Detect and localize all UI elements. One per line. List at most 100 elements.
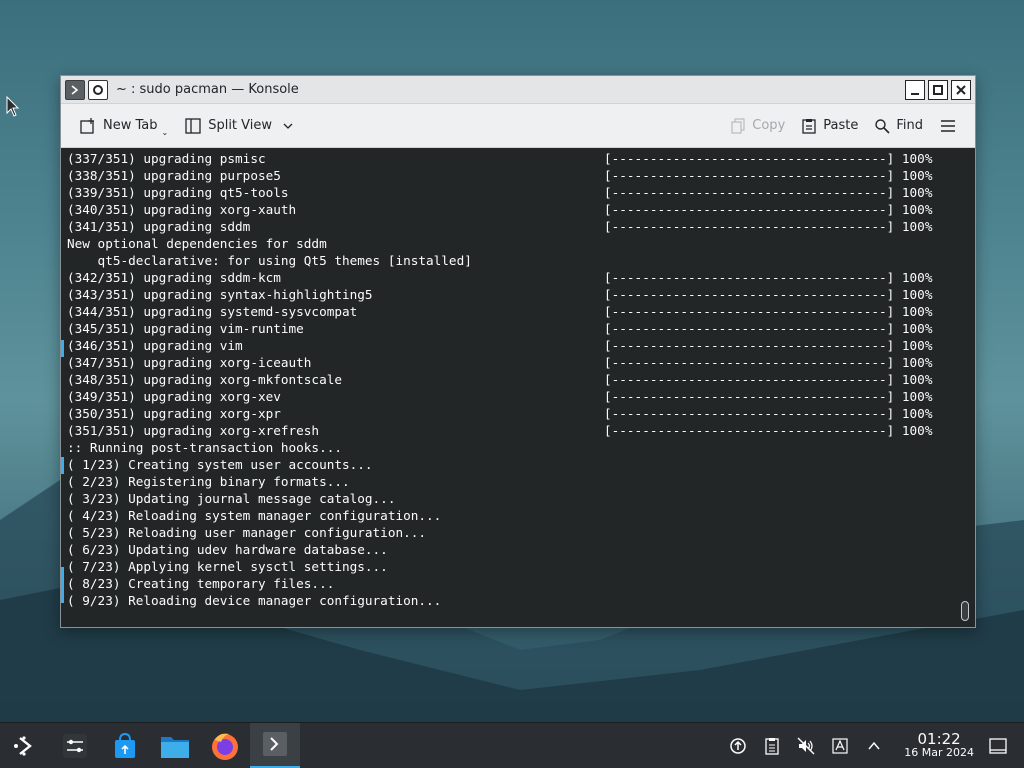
terminal-line: (348/351) upgrading xorg-mkfontscale [---… bbox=[67, 371, 975, 388]
chevron-down-icon bbox=[283, 123, 293, 129]
terminal-line: ( 2/23) Registering binary formats... bbox=[67, 473, 975, 490]
split-view-button[interactable]: Split View bbox=[176, 111, 302, 141]
terminal-line: ( 9/23) Reloading device manager configu… bbox=[67, 592, 975, 609]
terminal-line-text: (342/351) upgrading sddm-kcm bbox=[67, 270, 281, 285]
show-desktop-icon[interactable] bbox=[988, 736, 1008, 756]
split-view-icon bbox=[185, 117, 201, 134]
discover-task[interactable] bbox=[100, 723, 150, 768]
terminal-line: (338/351) upgrading purpose5 [-----------… bbox=[67, 167, 975, 184]
terminal-line: (343/351) upgrading syntax-highlighting5… bbox=[67, 286, 975, 303]
progress-bar-text: [------------------------------------] 1… bbox=[604, 304, 933, 319]
terminal-line-text: (340/351) upgrading xorg-xauth bbox=[67, 202, 297, 217]
terminal-line: (345/351) upgrading vim-runtime [--------… bbox=[67, 320, 975, 337]
maximize-icon bbox=[933, 84, 943, 95]
new-tab-button[interactable]: New Tab ⌄ bbox=[71, 111, 176, 141]
settings-sliders-icon bbox=[63, 733, 87, 758]
terminal-line-text: (341/351) upgrading sddm bbox=[67, 219, 251, 234]
selection-marker bbox=[61, 457, 64, 474]
terminal-line-text: (338/351) upgrading purpose5 bbox=[67, 168, 281, 183]
input-method-icon[interactable] bbox=[830, 736, 850, 756]
taskbar: 01:22 16 Mar 2024 bbox=[0, 722, 1024, 768]
terminal-line: (346/351) upgrading vim [----------------… bbox=[67, 337, 975, 354]
terminal-line: ( 7/23) Applying kernel sysctl settings.… bbox=[67, 558, 975, 575]
dolphin-task[interactable] bbox=[150, 723, 200, 768]
copy-button[interactable]: Copy bbox=[722, 111, 793, 141]
terminal-line: :: Running post-transaction hooks... bbox=[67, 439, 975, 456]
terminal-line: (351/351) upgrading xorg-xrefresh [------… bbox=[67, 422, 975, 439]
app-launcher-button[interactable] bbox=[0, 723, 50, 768]
progress-bar-text: [------------------------------------] 1… bbox=[604, 168, 933, 183]
paste-icon bbox=[802, 118, 816, 134]
terminal-line: ( 4/23) Reloading system manager configu… bbox=[67, 507, 975, 524]
new-tab-dropdown-icon: ⌄ bbox=[161, 128, 169, 137]
system-tray bbox=[728, 736, 884, 756]
progress-bar-text: [------------------------------------] 1… bbox=[604, 151, 933, 166]
chevron-up-icon[interactable] bbox=[864, 736, 884, 756]
copy-label: Copy bbox=[752, 118, 786, 133]
clipboard-icon[interactable] bbox=[762, 736, 782, 756]
terminal-line-text: ( 3/23) Updating journal message catalog… bbox=[67, 491, 396, 506]
folder-icon bbox=[161, 736, 189, 758]
terminal-line: (341/351) upgrading sddm [---------------… bbox=[67, 218, 975, 235]
hamburger-menu-button[interactable] bbox=[931, 111, 965, 141]
new-tab-label: New Tab bbox=[103, 118, 158, 133]
find-button[interactable]: Find bbox=[866, 111, 931, 141]
window-titlebar[interactable]: ~ : sudo pacman — Konsole bbox=[61, 76, 975, 104]
terminal-line: (347/351) upgrading xorg-iceauth [-------… bbox=[67, 354, 975, 371]
update-notifier-icon[interactable] bbox=[728, 736, 748, 756]
terminal-line: ( 1/23) Creating system user accounts... bbox=[67, 456, 975, 473]
minimize-button[interactable] bbox=[905, 79, 925, 100]
search-icon bbox=[875, 118, 890, 134]
hamburger-menu-icon bbox=[941, 119, 955, 132]
konsole-app-icon[interactable] bbox=[65, 79, 85, 100]
terminal-line-text: ( 9/23) Reloading device manager configu… bbox=[67, 593, 442, 608]
terminal-line-text: (347/351) upgrading xorg-iceauth bbox=[67, 355, 312, 370]
split-view-label: Split View bbox=[208, 118, 273, 133]
firefox-task[interactable] bbox=[200, 723, 250, 768]
progress-bar-text: [------------------------------------] 1… bbox=[604, 202, 933, 217]
selection-marker bbox=[61, 340, 64, 357]
terminal-scrollbar[interactable] bbox=[961, 601, 969, 621]
progress-bar-text: [------------------------------------] 1… bbox=[604, 287, 933, 302]
progress-bar-text: [------------------------------------] 1… bbox=[604, 185, 933, 200]
terminal-line-text: (348/351) upgrading xorg-mkfontscale bbox=[67, 372, 342, 387]
terminal-line: qt5-declarative: for using Qt5 themes [i… bbox=[67, 252, 975, 269]
progress-bar-text: [------------------------------------] 1… bbox=[604, 270, 933, 285]
paste-label: Paste bbox=[823, 118, 859, 133]
terminal-line-text: (339/351) upgrading qt5-tools bbox=[67, 185, 289, 200]
keep-above-icon[interactable] bbox=[88, 79, 108, 100]
terminal-line-text: ( 2/23) Registering binary formats... bbox=[67, 474, 350, 489]
volume-muted-icon[interactable] bbox=[796, 736, 816, 756]
terminal-line-text: ( 1/23) Creating system user accounts... bbox=[67, 457, 373, 472]
terminal-line: ( 8/23) Creating temporary files... bbox=[67, 575, 975, 592]
progress-bar-text: [------------------------------------] 1… bbox=[604, 406, 933, 421]
progress-bar-text: [------------------------------------] 1… bbox=[604, 355, 933, 370]
terminal-line-text: ( 5/23) Reloading user manager configura… bbox=[67, 525, 427, 540]
progress-bar-text: [------------------------------------] 1… bbox=[604, 321, 933, 336]
close-button[interactable] bbox=[951, 79, 971, 100]
paste-button[interactable]: Paste bbox=[793, 111, 866, 141]
minimize-icon bbox=[911, 92, 919, 95]
terminal-output[interactable]: (337/351) upgrading psmisc [-------------… bbox=[61, 148, 975, 627]
system-settings-task[interactable] bbox=[50, 723, 100, 768]
terminal-line: New optional dependencies for sddm bbox=[67, 235, 975, 252]
progress-bar-text: [------------------------------------] 1… bbox=[604, 338, 933, 353]
terminal-line-text: (350/351) upgrading xorg-xpr bbox=[67, 406, 281, 421]
terminal-line: (350/351) upgrading xorg-xpr [-----------… bbox=[67, 405, 975, 422]
terminal-line-text: (351/351) upgrading xorg-xrefresh bbox=[67, 423, 320, 438]
copy-icon bbox=[731, 117, 745, 134]
progress-bar-text: [------------------------------------] 1… bbox=[604, 372, 933, 387]
maximize-button[interactable] bbox=[928, 79, 948, 100]
terminal-line: ( 6/23) Updating udev hardware database.… bbox=[67, 541, 975, 558]
terminal-line: (337/351) upgrading psmisc [-------------… bbox=[67, 150, 975, 167]
terminal-line-text: ( 4/23) Reloading system manager configu… bbox=[67, 508, 442, 523]
digital-clock[interactable]: 01:22 16 Mar 2024 bbox=[904, 731, 974, 760]
close-icon bbox=[956, 84, 966, 95]
terminal-line: (340/351) upgrading xorg-xauth [---------… bbox=[67, 201, 975, 218]
progress-bar-text: [------------------------------------] 1… bbox=[604, 389, 933, 404]
terminal-line: ( 3/23) Updating journal message catalog… bbox=[67, 490, 975, 507]
konsole-task[interactable] bbox=[250, 722, 300, 768]
terminal-line-text: (337/351) upgrading psmisc bbox=[67, 151, 266, 166]
terminal-line-text: (345/351) upgrading vim-runtime bbox=[67, 321, 304, 336]
terminal-line: (339/351) upgrading qt5-tools [----------… bbox=[67, 184, 975, 201]
